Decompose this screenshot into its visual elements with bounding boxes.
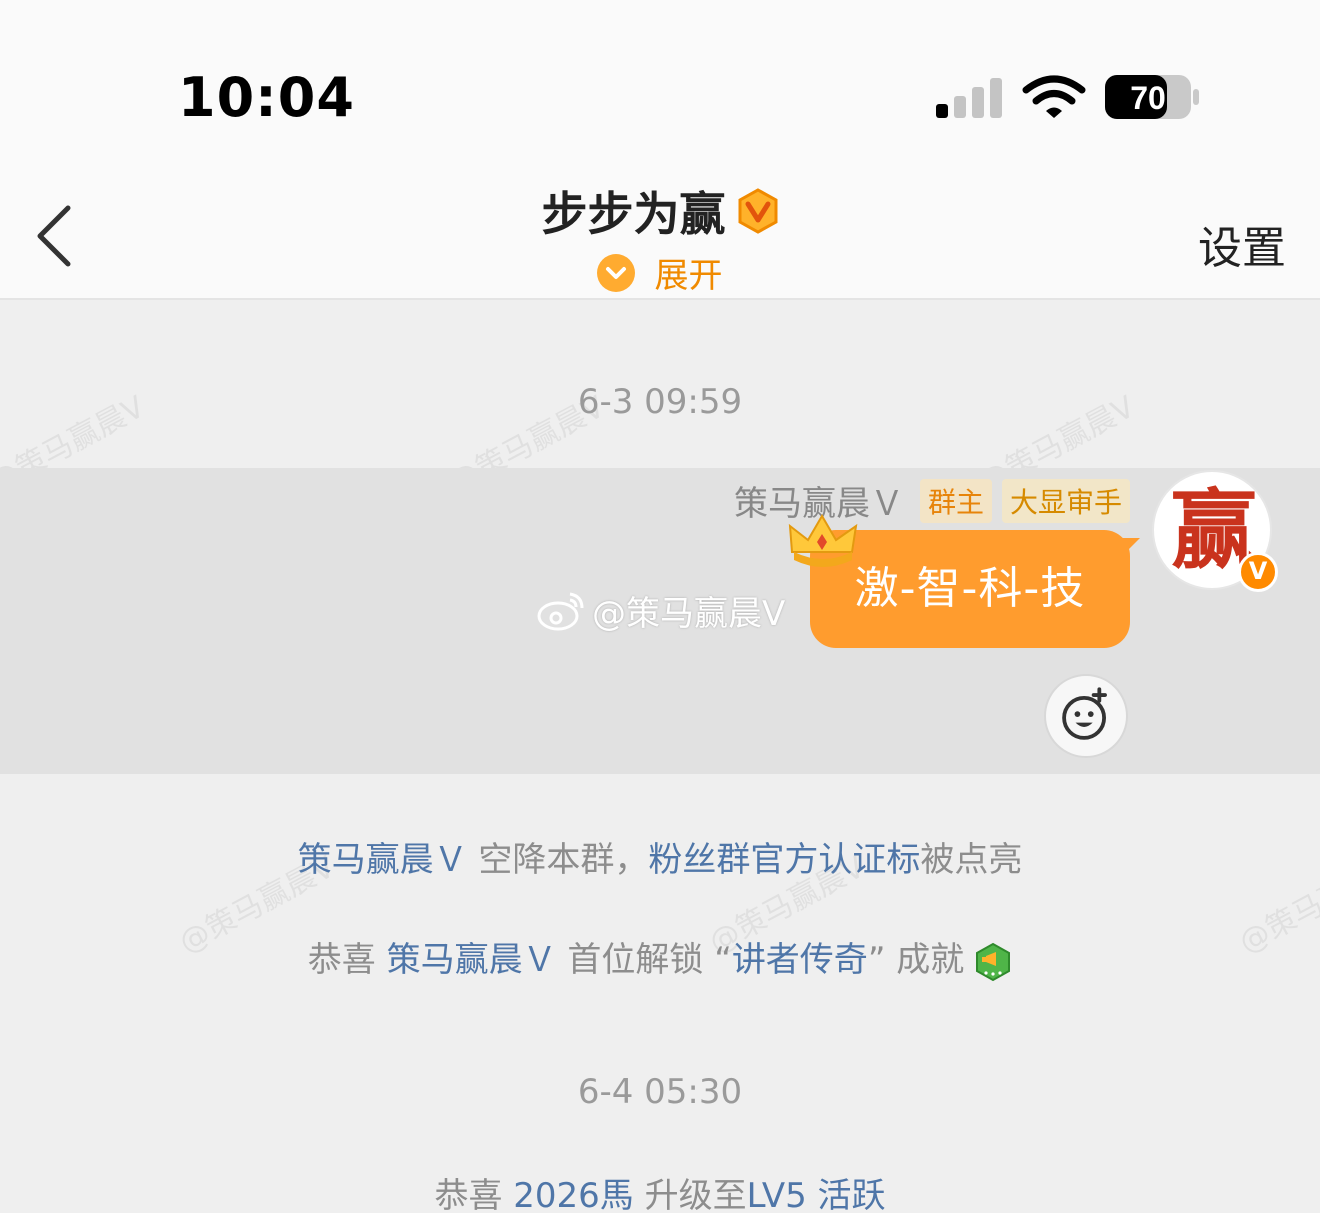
verified-v-icon (738, 188, 778, 234)
user-link[interactable]: 策马赢晨Ｖ (387, 940, 557, 980)
message-timestamp: 6-4 05:30 (577, 1072, 743, 1112)
user-link[interactable]: 策马赢晨Ｖ (298, 840, 468, 880)
tag-title: 大显审手 (1001, 478, 1130, 523)
chevron-down-icon (597, 253, 636, 292)
system-text: 被点亮 (920, 840, 1023, 880)
watermark-text: @策马赢晨V (592, 594, 786, 634)
system-text: 恭喜 (307, 940, 387, 980)
system-text: 升级至 (633, 1176, 747, 1213)
system-text: 恭喜 (434, 1176, 514, 1213)
weibo-icon (537, 592, 584, 630)
battery-level: 70 (1130, 80, 1166, 116)
settings-button[interactable]: 设置 (1198, 212, 1286, 276)
system-message: 策马赢晨Ｖ 空降本群，粉丝群官方认证标被点亮 (0, 832, 1320, 881)
message-timestamp: 6-3 09:59 (577, 382, 743, 422)
cellular-signal-icon (936, 78, 1002, 118)
bubble-tail (1118, 538, 1140, 560)
system-text: ” 成就 (867, 940, 965, 980)
system-message: 恭喜 2026馬 升级至LV5 活跃 (0, 1168, 1320, 1213)
chat-header: 步步为赢 展开 设置 (0, 160, 1320, 300)
user-link[interactable]: 2026馬 (513, 1176, 634, 1213)
system-text: 空降本群， (467, 840, 649, 880)
status-bar: 10:04 70 (0, 0, 1320, 160)
add-reaction-button[interactable] (1044, 674, 1128, 758)
verified-v-icon: V (1238, 552, 1278, 592)
achievement-icon (976, 942, 1011, 981)
weibo-watermark: @策马赢晨V (536, 586, 785, 635)
expand-label: 展开 (654, 256, 723, 296)
message-row: 策马赢晨Ｖ 群主 大显审手 赢 V 激-智-科-技 @策马赢晨V (0, 468, 1320, 774)
system-text: 首位解锁 “ (556, 940, 732, 980)
crown-icon (788, 514, 858, 567)
certification-link[interactable]: 粉丝群官方认证标 (648, 840, 920, 880)
achievement-link[interactable]: 讲者传奇 (732, 940, 868, 980)
group-name: 步步为赢 (541, 187, 726, 241)
status-time: 10:04 (178, 66, 355, 129)
tag-group-owner: 群主 (919, 478, 992, 523)
level-link[interactable]: LV5 活跃 (747, 1176, 886, 1213)
wifi-icon (1022, 75, 1086, 118)
group-title[interactable]: 步步为赢 (0, 178, 1320, 244)
expand-toggle[interactable]: 展开 (0, 248, 1320, 297)
avatar[interactable]: 赢 V (1152, 470, 1278, 592)
chat-screen: @策马赢晨V @策马赢晨V @策马赢晨V @策马赢晨V @策马赢晨V @策马赢晨… (0, 0, 1320, 1213)
emoji-add-icon (1062, 687, 1107, 740)
battery-icon: 70 (1105, 75, 1199, 119)
system-message: 恭喜 策马赢晨Ｖ 首位解锁 “讲者传奇” 成就 (0, 932, 1320, 982)
